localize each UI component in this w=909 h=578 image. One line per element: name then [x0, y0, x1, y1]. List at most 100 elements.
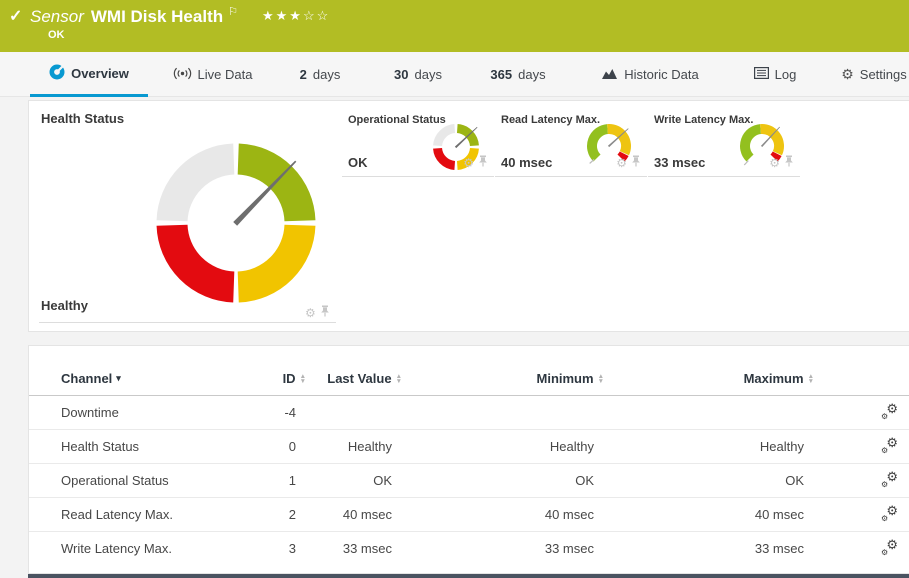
tab-live-data[interactable]: Live Data	[165, 52, 260, 97]
health-gauge-controls: ⚙	[305, 304, 330, 322]
table-row-write-latency: Write Latency Max. 3 33 msec 33 msec 33 …	[29, 532, 909, 566]
channel-name: Operational Status	[29, 463, 229, 498]
channel-minimum: 40 msec	[402, 497, 604, 532]
operational-gauge-controls: ⚙	[463, 154, 488, 172]
channels-panel: Channel ▾ ID ▲ ▼ Last Value ▲ ▼ Minimum ▲ ▼…	[28, 345, 909, 574]
status-check-icon: ✓	[9, 8, 23, 25]
gauge-icon	[49, 64, 65, 83]
tab-2-days-label: days	[312, 67, 341, 82]
column-header-minimum[interactable]: Minimum ▲ ▼	[402, 371, 604, 396]
channel-id: 2	[229, 497, 306, 532]
channel-name: Read Latency Max.	[29, 497, 229, 532]
tab-log-label: Log	[774, 67, 797, 82]
area-chart-icon	[601, 67, 618, 83]
health-status-gauge-title: Health Status	[41, 111, 125, 126]
channel-id: 0	[229, 429, 306, 464]
channel-settings-icon[interactable]: ⚙ ⚙	[881, 503, 898, 523]
log-list-icon	[753, 67, 769, 82]
priority-stars-rating[interactable]: ★★★☆☆	[262, 8, 330, 24]
pin-icon[interactable]	[478, 154, 488, 172]
gauge-settings-icon[interactable]: ⚙	[769, 157, 780, 169]
tab-2-days[interactable]: 2 days	[290, 52, 350, 97]
channel-header-label: Channel	[61, 371, 113, 386]
write-latency-gauge-controls: ⚙	[769, 154, 794, 172]
health-status-gauge	[146, 131, 326, 320]
channel-last-value: 33 msec	[342, 541, 392, 557]
tab-30-days[interactable]: 30 days	[385, 52, 451, 97]
channel-minimum: 33 msec	[544, 541, 594, 557]
tab-historic-data-label: Historic Data	[624, 67, 699, 82]
channel-last-value	[306, 395, 402, 430]
tab-365-days[interactable]: 365 days	[480, 52, 556, 97]
table-row-health-status: Health Status 0 Healthy Healthy Healthy …	[29, 429, 909, 464]
broadcast-icon	[173, 67, 192, 83]
channel-name: Write Latency Max.	[61, 541, 173, 557]
channel-maximum: 40 msec	[604, 497, 814, 532]
channel-maximum: 33 msec	[754, 541, 804, 557]
channel-settings-icon[interactable]: ⚙ ⚙	[881, 469, 898, 489]
read-latency-cell: Read Latency Max. 40 msec ⚙	[495, 101, 647, 177]
channel-name: Health Status	[29, 429, 229, 464]
channel-maximum: OK	[604, 463, 814, 498]
health-cell-divider	[39, 322, 336, 323]
sort-desc-icon: ▾	[116, 373, 121, 383]
channel-maximum	[604, 395, 814, 430]
channel-settings-icon[interactable]: ⚙ ⚙	[881, 401, 898, 421]
channel-minimum: OK	[402, 463, 604, 498]
gear-icon: ⚙	[841, 66, 854, 82]
column-header-id[interactable]: ID ▲ ▼	[229, 371, 306, 396]
channel-id: 1	[229, 463, 306, 498]
gauge-settings-icon[interactable]: ⚙	[463, 157, 474, 169]
channel-minimum: Healthy	[402, 429, 604, 464]
column-header-actions	[814, 371, 909, 396]
tab-settings[interactable]: ⚙ Settings	[840, 52, 908, 97]
read-latency-value: 40 msec	[501, 155, 553, 170]
table-row-read-latency: Read Latency Max. 2 40 msec 40 msec 40 m…	[29, 497, 909, 532]
channels-table: Channel ▾ ID ▲ ▼ Last Value ▲ ▼ Minimum ▲ ▼…	[29, 371, 909, 566]
sensor-title-line: Sensor WMI Disk Health ⚐	[30, 5, 238, 27]
channel-maximum: Healthy	[604, 429, 814, 464]
pin-icon[interactable]	[320, 304, 330, 322]
operational-status-value: OK	[348, 155, 368, 170]
column-header-last-value[interactable]: Last Value ▲ ▼	[306, 371, 402, 396]
tab-live-data-label: Live Data	[197, 67, 253, 82]
tab-2-days-number: 2	[299, 67, 307, 82]
id-header-label: ID	[282, 371, 296, 386]
gauge-settings-icon[interactable]: ⚙	[305, 307, 316, 319]
channel-id: -4	[229, 395, 306, 430]
minimum-header-label: Minimum	[536, 371, 594, 386]
channel-last-value: OK	[306, 463, 402, 498]
column-header-maximum[interactable]: Maximum ▲ ▼	[604, 371, 814, 396]
table-row-operational-status: Operational Status 1 OK OK OK ⚙ ⚙	[29, 463, 909, 498]
table-row-downtime: Downtime -4 ⚙ ⚙	[29, 395, 909, 430]
read-latency-gauge-controls: ⚙	[616, 154, 641, 172]
sensor-kind-label: Sensor	[30, 7, 84, 26]
last-value-header-label: Last Value	[327, 371, 392, 386]
tab-overview[interactable]: Overview	[30, 52, 148, 97]
footer-bar	[28, 574, 909, 578]
tab-365-days-label: days	[518, 67, 546, 82]
tab-365-days-number: 365	[490, 67, 513, 82]
operational-status-cell: Operational Status OK ⚙	[342, 101, 494, 177]
sort-icon: ▲ ▼	[807, 372, 814, 385]
tab-30-days-label: days	[414, 67, 442, 82]
pin-icon[interactable]	[631, 154, 641, 172]
column-header-channel[interactable]: Channel ▾	[29, 371, 229, 396]
channel-minimum	[402, 395, 604, 430]
gauges-panel: Health Status Healthy ⚙ Operational Stat…	[28, 100, 909, 332]
channel-settings-icon[interactable]: ⚙ ⚙	[881, 537, 898, 557]
tab-log[interactable]: Log	[748, 52, 802, 97]
channel-last-value: Healthy	[306, 429, 402, 464]
tab-overview-label: Overview	[71, 65, 129, 81]
priority-flag-icon[interactable]: ⚐	[228, 6, 238, 18]
pin-icon[interactable]	[784, 154, 794, 172]
write-latency-value: 33 msec	[654, 155, 706, 170]
channel-settings-icon[interactable]: ⚙ ⚙	[881, 435, 898, 455]
tab-historic-data[interactable]: Historic Data	[595, 52, 705, 97]
sort-icon: ▲ ▼	[597, 372, 604, 385]
sort-icon: ▲ ▼	[395, 372, 402, 385]
sort-icon: ▲ ▼	[299, 372, 306, 385]
gauge-settings-icon[interactable]: ⚙	[616, 157, 627, 169]
page-title: WMI Disk Health	[90, 7, 224, 26]
tab-30-days-number: 30	[394, 67, 409, 82]
